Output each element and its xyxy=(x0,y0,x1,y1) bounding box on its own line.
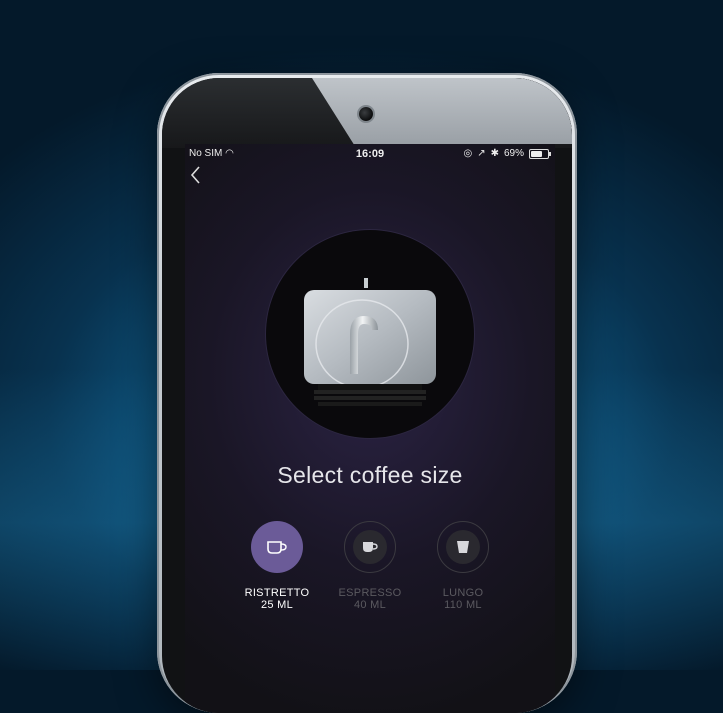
location-icon: ↗ xyxy=(477,148,486,159)
size-name: ESPRESSO xyxy=(338,587,402,599)
lungo-cup-icon xyxy=(457,541,469,553)
camera-icon xyxy=(359,107,373,121)
size-name: LUNGO xyxy=(442,587,484,599)
size-option-espresso[interactable]: ESPRESSO 40 ML xyxy=(330,521,410,611)
size-option-ristretto[interactable]: RISTRETTO 25 ML xyxy=(237,521,317,611)
phone-device: No SIM ◠ 16:09 ◎ ↗ ✱ 69% Select coffee s… xyxy=(157,73,577,713)
phone-top-panel xyxy=(312,78,572,144)
size-option-lungo[interactable]: LUNGO 110 ML xyxy=(423,521,503,611)
status-bar: No SIM ◠ 16:09 ◎ ↗ ✱ 69% xyxy=(185,144,555,164)
size-name: RISTRETTO xyxy=(244,587,310,599)
chevron-left-icon xyxy=(190,166,200,184)
size-button-lungo[interactable] xyxy=(437,521,489,573)
size-label-espresso: ESPRESSO 40 ML xyxy=(330,587,410,611)
page-title: Select coffee size xyxy=(277,462,463,488)
coffee-size-selector: RISTRETTO 25 ML ESPRESSO 40 ML LUNGO 110… xyxy=(185,521,555,611)
size-button-espresso[interactable] xyxy=(344,521,396,573)
back-button[interactable] xyxy=(189,164,207,188)
battery-icon xyxy=(529,148,551,159)
coffee-cup-icon xyxy=(267,541,287,554)
size-volume: 40 ML xyxy=(353,599,387,611)
size-button-ristretto[interactable] xyxy=(251,521,303,573)
size-volume: 25 ML xyxy=(260,599,294,611)
battery-fill xyxy=(531,150,543,157)
size-label-lungo: LUNGO 110 ML xyxy=(423,587,503,611)
espresso-cup-icon xyxy=(363,542,378,552)
size-button-inner xyxy=(446,530,480,564)
status-right: ◎ ↗ ✱ 69% xyxy=(463,148,551,159)
size-volume: 110 ML xyxy=(444,599,482,611)
app-screen: No SIM ◠ 16:09 ◎ ↗ ✱ 69% Select coffee s… xyxy=(185,144,555,713)
coffee-machine-illustration xyxy=(304,278,436,406)
size-button-inner xyxy=(353,530,387,564)
machine-image xyxy=(266,230,474,438)
rotation-lock-icon: ◎ xyxy=(463,148,473,159)
phone-front: No SIM ◠ 16:09 ◎ ↗ ✱ 69% Select coffee s… xyxy=(162,78,572,713)
battery-percent: 69% xyxy=(503,148,524,159)
bluetooth-icon: ✱ xyxy=(490,148,499,159)
size-label-ristretto: RISTRETTO 25 ML xyxy=(237,587,317,611)
